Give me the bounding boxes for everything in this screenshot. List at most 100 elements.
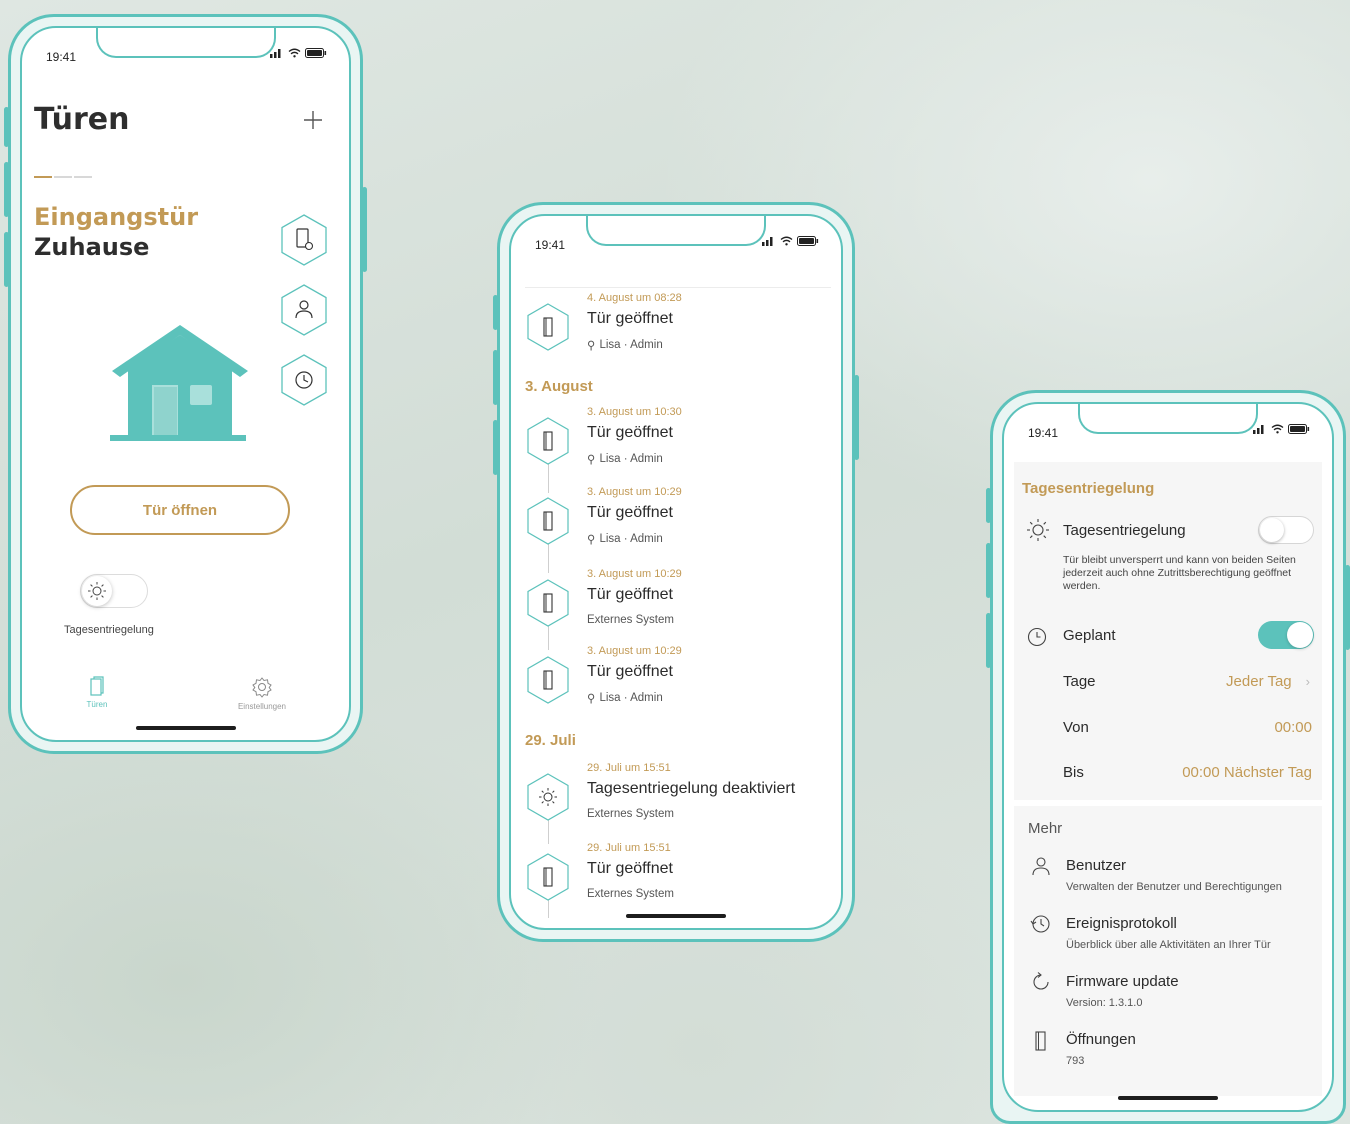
event-title: Tagesentriegelung deaktiviert [587,780,796,797]
list-item[interactable]: 3. August um 10:29 Tür geöffnet ⚲ Lisa · … [525,486,831,556]
refresh-icon [1033,972,1049,990]
door-icon [527,497,569,545]
home-indicator [626,914,726,918]
list-item[interactable]: 29. Juli um 15:51 Tagesentriegelung deak… [525,762,831,832]
event-time: 3. August um 10:29 [587,645,682,657]
wifi-icon [780,236,793,246]
sun-icon [527,773,569,821]
battery-icon [1288,424,1310,434]
more-title: Mehr [1028,820,1063,837]
signal-icon [762,237,773,246]
menu-item-title: Öffnungen [1066,1031,1136,1048]
list-item[interactable]: 3. August um 10:29 Tür geöffnet ⚲ Lisa · … [525,645,831,715]
planned-label: Geplant [1063,627,1116,644]
door-icon [90,676,104,696]
users-button[interactable] [279,283,329,342]
door-location: Zuhause [34,233,150,261]
status-icons [1253,424,1310,434]
door-icon [527,579,569,627]
notch [95,28,276,58]
days-value: Jeder Tag [1226,673,1292,690]
tab-settings-label: Einstellungen [237,702,287,711]
day-unlock-switch[interactable] [1258,516,1314,544]
phone-event-log-screen: 19:41 4. August um 08:28 Tür geöffnet ⚲ L… [493,202,859,942]
battery-icon [797,236,819,246]
day-unlock-label: Tagesentriegelung [64,624,154,636]
home-indicator [135,726,236,730]
more-panel [1014,806,1322,1096]
tab-doors-label: Türen [86,700,108,709]
tab-settings[interactable]: Einstellungen [222,676,302,711]
door-icon [527,656,569,704]
event-actor: Externes System [587,888,674,900]
section-heading: 29. Juli [525,732,576,749]
menu-item-subtitle: 793 [1066,1055,1085,1067]
event-time: 3. August um 10:30 [587,406,682,418]
event-actor: Lisa · Admin [599,339,663,351]
event-time: 3. August um 10:29 [587,486,682,498]
event-actor: Lisa · Admin [599,453,663,465]
menu-item-subtitle: Version: 1.3.1.0 [1066,997,1143,1009]
user-key-icon: ⚲ [587,534,596,546]
battery-icon [305,48,327,58]
sun-icon [1027,519,1049,541]
status-time: 19:41 [1028,426,1059,440]
day-unlock-description: Tür bleibt unversperrt und kann von beid… [1063,554,1296,592]
section-title: Tagesentriegelung [1022,480,1155,497]
house-illustration [110,325,248,441]
screen: 19:41 Türen Eingangstür Zuhause Tür öffn… [20,26,351,742]
door-settings-button[interactable] [279,213,329,272]
event-time: 29. Juli um 15:51 [587,842,671,854]
list-item[interactable]: 4. August um 08:28 Tür geöffnet ⚲ Lisa · … [525,292,831,362]
list-item[interactable]: 3. August um 10:30 Tür geöffnet ⚲ Lisa · … [525,406,831,476]
door-icon [527,853,569,901]
page-title: Türen [34,102,130,137]
history-icon [1030,915,1050,933]
screen: 19:41 Tagesentriegelung Tagesentriegelun… [1002,402,1334,1112]
event-time: 29. Juli um 15:51 [587,762,671,774]
from-label: Von [1063,719,1089,736]
menu-item-title: Benutzer [1066,857,1127,874]
list-item[interactable]: 29. Juli um 15:51 Tür geöffnet Externes … [525,842,831,912]
tab-doors[interactable]: Türen [57,676,137,709]
day-unlock-toggle[interactable] [80,574,148,608]
days-selector[interactable]: Jeder Tag › [1226,673,1310,690]
page-indicator [34,176,92,178]
event-actor: Externes System [587,808,674,820]
days-label: Tage [1063,673,1096,690]
planned-switch[interactable] [1258,621,1314,649]
event-title: Tür geöffnet [587,586,673,603]
door-icon [527,417,569,465]
to-value[interactable]: 00:00 Nächster Tag [1182,764,1312,781]
gear-icon [252,677,272,698]
day-unlock-label: Tagesentriegelung [1063,522,1186,539]
clock-icon [1027,627,1047,647]
signal-icon [270,49,281,58]
list-item[interactable]: 3. August um 10:29 Tür geöffnet Externes… [525,568,831,638]
open-door-button[interactable]: Tür öffnen [70,485,290,535]
phone-doors-screen: 19:41 Türen Eingangstür Zuhause Tür öffn… [4,14,367,754]
phone-settings-screen: 19:41 Tagesentriegelung Tagesentriegelun… [986,390,1350,1124]
user-key-icon: ⚲ [587,340,596,352]
section-heading: 3. August [525,378,593,395]
event-title: Tür geöffnet [587,860,673,877]
event-time: 4. August um 08:28 [587,292,682,304]
event-actor: Lisa · Admin [599,533,663,545]
notch [586,216,766,246]
status-icons [762,236,819,246]
door-name: Eingangstür [34,203,199,231]
history-button[interactable] [279,353,329,412]
add-door-button[interactable] [303,104,323,138]
door-icon [1035,1031,1046,1051]
wifi-icon [288,48,301,58]
home-indicator [1118,1096,1218,1100]
user-key-icon: ⚲ [587,454,596,466]
to-label: Bis [1063,764,1084,781]
wifi-icon [1271,424,1284,434]
menu-item-title: Ereignisprotokoll [1066,915,1177,932]
menu-item-subtitle: Verwalten der Benutzer und Berechtigunge… [1066,881,1282,893]
door-icon [527,303,569,351]
event-actor: Lisa · Admin [599,692,663,704]
from-value[interactable]: 00:00 [1274,719,1312,736]
status-time: 19:41 [535,238,566,252]
